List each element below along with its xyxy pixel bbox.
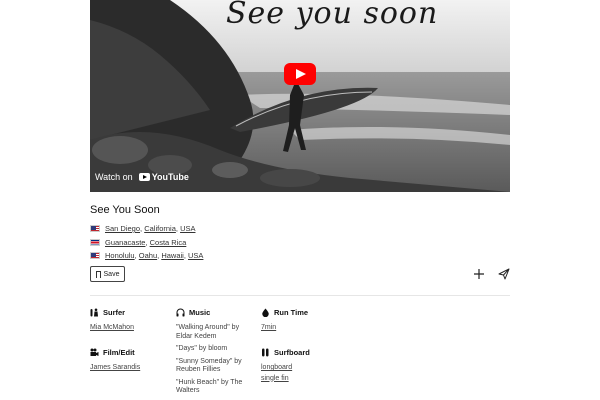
camera-icon bbox=[90, 348, 99, 356]
surfboard-link[interactable]: single fin bbox=[261, 375, 289, 382]
send-icon[interactable] bbox=[498, 268, 510, 280]
save-button[interactable]: Save bbox=[90, 266, 125, 282]
location-link[interactable]: Honolulu bbox=[105, 251, 135, 260]
surfboard-link[interactable]: longboard bbox=[261, 364, 292, 371]
bookmark-icon bbox=[95, 270, 101, 279]
watch-on-label: Watch on bbox=[95, 172, 133, 182]
music-label: Music bbox=[189, 307, 211, 317]
location-link[interactable]: Guanacaste bbox=[105, 238, 145, 247]
location-row: San Diego, California, USA bbox=[90, 222, 203, 235]
youtube-play-icon bbox=[138, 173, 150, 181]
location-link[interactable]: California bbox=[144, 224, 176, 233]
run-time-block: Run Time 7min bbox=[261, 306, 308, 333]
location-link[interactable]: USA bbox=[188, 251, 203, 260]
locations-list: San Diego, California, USA Guanacaste, C… bbox=[90, 222, 203, 263]
track-item: "Days" by bloom bbox=[176, 345, 228, 352]
run-time-link[interactable]: 7min bbox=[261, 324, 276, 331]
watch-on-youtube-link[interactable]: Watch on YouTube bbox=[95, 172, 189, 182]
drop-icon bbox=[262, 308, 269, 317]
play-button[interactable] bbox=[284, 63, 316, 85]
location-link[interactable]: Costa Rica bbox=[150, 238, 187, 247]
youtube-logo: YouTube bbox=[138, 172, 189, 182]
film-edit-block: Film/Edit James Sarandis bbox=[90, 346, 140, 373]
plus-icon[interactable] bbox=[473, 268, 485, 280]
section-divider bbox=[90, 295, 510, 296]
board-icon bbox=[262, 348, 269, 356]
film-edit-label: Film/Edit bbox=[103, 347, 135, 357]
save-label: Save bbox=[103, 270, 120, 278]
headphones-icon bbox=[176, 308, 185, 316]
film-edit-link[interactable]: James Sarandis bbox=[90, 364, 140, 371]
page-title: See You Soon bbox=[90, 204, 160, 216]
surfboard-label: Surfboard bbox=[274, 347, 310, 357]
surfer-icon bbox=[90, 308, 98, 316]
track-item: "Sunny Someday" by Reuben Fillies bbox=[176, 357, 242, 374]
youtube-wordmark: YouTube bbox=[151, 172, 189, 182]
run-time-label: Run Time bbox=[274, 307, 309, 317]
surfer-label: Surfer bbox=[103, 307, 126, 317]
surfer-block: Surfer Mia McMahon bbox=[90, 306, 134, 333]
location-row: Guanacaste, Costa Rica bbox=[90, 236, 203, 249]
track-item: "Hunk Beach" by The Walters bbox=[176, 378, 243, 395]
location-link[interactable]: Hawaii bbox=[161, 251, 184, 260]
us-flag-icon bbox=[90, 252, 100, 259]
surfboard-block: Surfboard longboard single fin bbox=[261, 346, 310, 383]
surfer-link[interactable]: Mia McMahon bbox=[90, 324, 134, 331]
video-overlay-title: See you soon bbox=[226, 0, 439, 31]
costa-rica-flag-icon bbox=[90, 238, 100, 246]
track-item: "Walking Around" by Eldar Kedem bbox=[176, 324, 240, 340]
video-player[interactable]: See you soon Watch on YouTube bbox=[90, 0, 510, 192]
location-link[interactable]: Oahu bbox=[139, 251, 157, 260]
location-link[interactable]: USA bbox=[180, 224, 195, 233]
track-list: "Walking Around" by Eldar Kedem "Days" b… bbox=[176, 324, 248, 396]
music-block: Music "Walking Around" by Eldar Kedem "D… bbox=[176, 306, 248, 400]
location-link[interactable]: San Diego bbox=[105, 224, 140, 233]
us-flag-icon bbox=[90, 225, 100, 232]
location-row: Honolulu, Oahu, Hawaii, USA bbox=[90, 249, 203, 262]
